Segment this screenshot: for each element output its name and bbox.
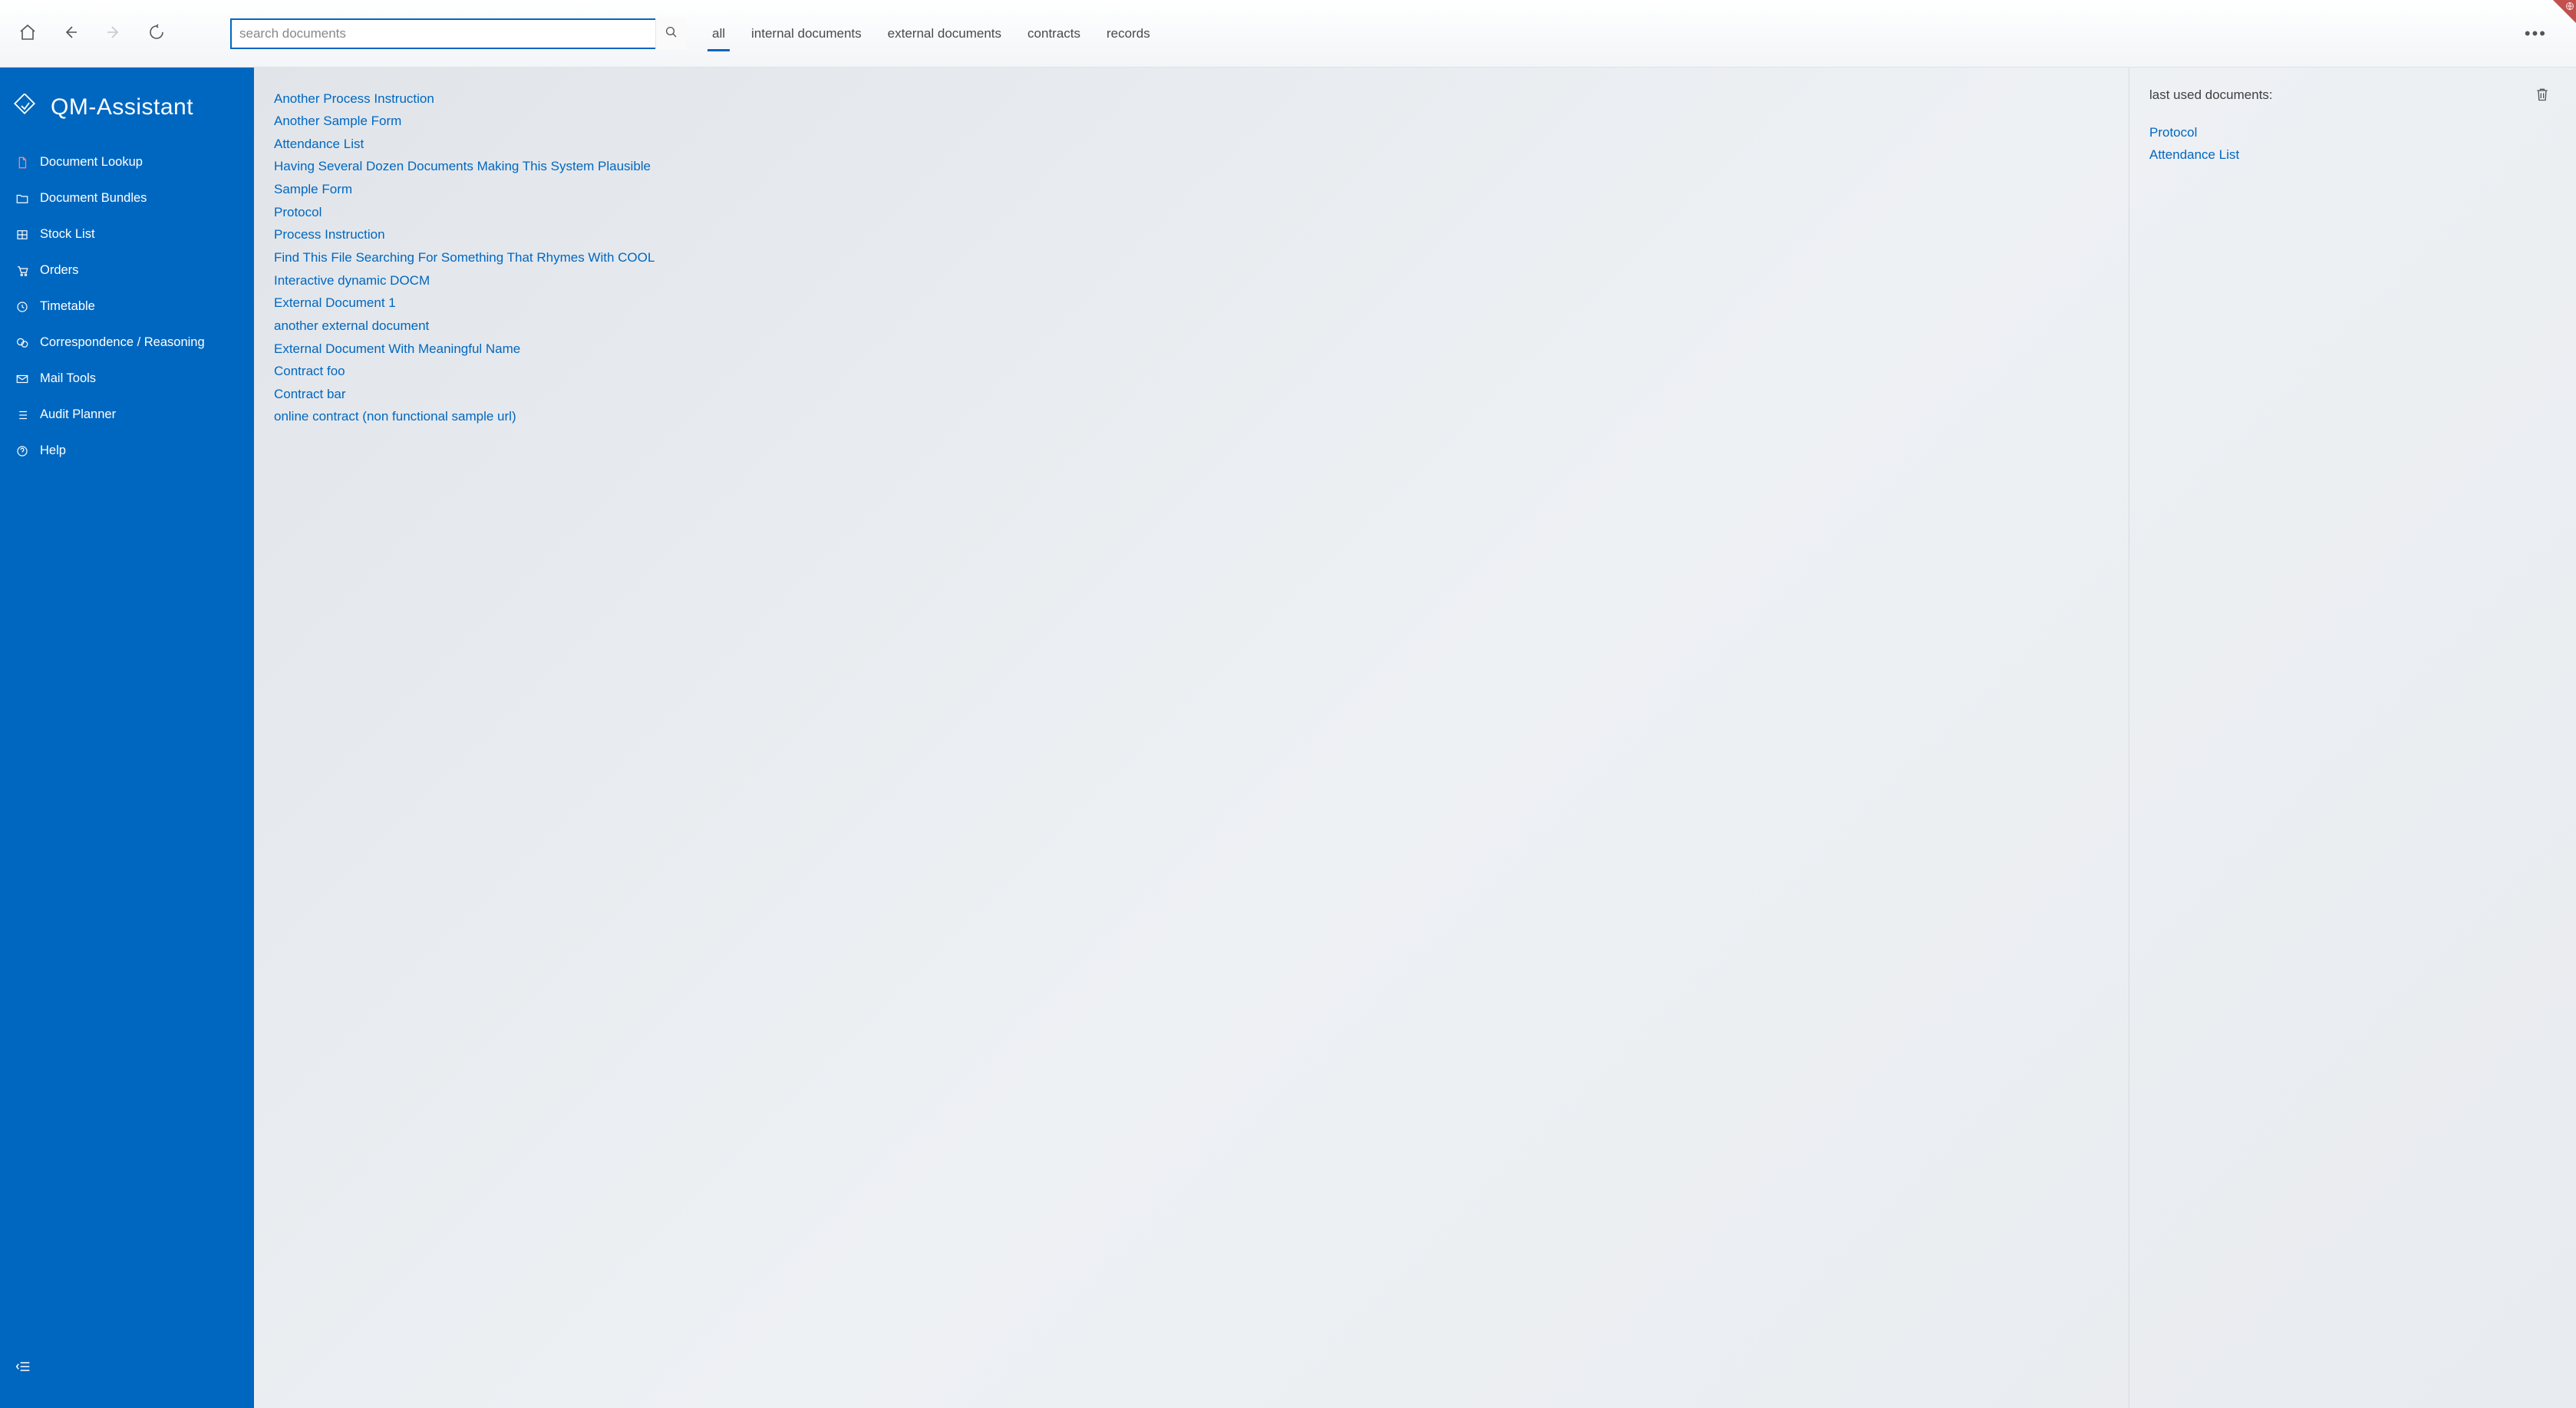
recent-panel: last used documents: ProtocolAttendance …	[2129, 68, 2576, 1408]
sidebar-item-label: Mail Tools	[40, 371, 96, 386]
app-title: QM-Assistant	[51, 94, 193, 120]
back-button[interactable]	[58, 20, 83, 47]
sidebar-item-label: Correspondence / Reasoning	[40, 335, 205, 350]
search-input[interactable]	[232, 20, 655, 48]
sidebar-item-help[interactable]: Help	[0, 433, 254, 469]
recent-document-link[interactable]: Protocol	[2149, 121, 2556, 144]
document-link[interactable]: Interactive dynamic DOCM	[274, 269, 2109, 292]
clear-recent-button[interactable]	[2535, 86, 2550, 105]
sidebar-item-label: Audit Planner	[40, 407, 116, 422]
document-link[interactable]: External Document With Meaningful Name	[274, 338, 2109, 361]
filter-tabs: all internal documents external documents c…	[712, 0, 1150, 67]
recent-document-link[interactable]: Attendance List	[2149, 144, 2556, 167]
tab-all[interactable]: all	[712, 0, 725, 67]
list-icon	[15, 408, 29, 422]
document-link[interactable]: Find This File Searching For Something T…	[274, 246, 2109, 269]
app-logo-icon	[11, 94, 38, 121]
mail-icon	[15, 372, 29, 386]
trash-icon	[2535, 94, 2550, 105]
sidebar-item-lookup[interactable]: Document Lookup	[0, 144, 254, 180]
brand: QM-Assistant	[0, 86, 254, 144]
globe-icon	[2565, 2, 2574, 13]
document-link[interactable]: Sample Form	[274, 179, 2109, 202]
sidebar-item-bundles[interactable]: Document Bundles	[0, 180, 254, 216]
search-icon	[665, 25, 678, 41]
sidebar-item-label: Timetable	[40, 299, 95, 314]
sidebar-item-orders[interactable]: Orders	[0, 252, 254, 289]
document-link[interactable]: Contract bar	[274, 383, 2109, 406]
tab-internal[interactable]: internal documents	[751, 0, 862, 67]
top-toolbar: all internal documents external documents c…	[0, 0, 2576, 68]
document-link[interactable]: online contract (non functional sample u…	[274, 406, 2109, 429]
home-button[interactable]	[15, 20, 40, 47]
search-container	[230, 18, 686, 49]
document-link[interactable]: Contract foo	[274, 361, 2109, 384]
document-link[interactable]: Protocol	[274, 201, 2109, 224]
arrow-left-icon	[61, 23, 80, 44]
clock-icon	[15, 300, 29, 314]
tab-contracts[interactable]: contracts	[1027, 0, 1080, 67]
sidebar-item-timetable[interactable]: Timetable	[0, 289, 254, 325]
document-link[interactable]: External Document 1	[274, 292, 2109, 315]
recent-title: last used documents:	[2149, 87, 2556, 103]
nav-button-group	[15, 20, 169, 47]
sidebar-item-audit[interactable]: Audit Planner	[0, 397, 254, 433]
body: QM-Assistant Document Lookup Document Bun…	[0, 68, 2576, 1408]
content-area: Another Process InstructionAnother Sampl…	[254, 68, 2576, 1408]
chat-icon	[15, 336, 29, 350]
folder-icon	[15, 192, 29, 206]
refresh-icon	[147, 23, 166, 44]
help-icon	[15, 444, 29, 458]
sidebar-item-label: Orders	[40, 263, 78, 278]
document-link[interactable]: Having Several Dozen Documents Making Th…	[274, 156, 2109, 179]
sidebar-item-label: Help	[40, 444, 66, 458]
arrow-right-icon	[104, 23, 123, 44]
sidebar-item-label: Stock List	[40, 227, 95, 242]
refresh-button[interactable]	[144, 20, 169, 47]
more-icon: •••	[2525, 24, 2547, 43]
document-link[interactable]: Attendance List	[274, 133, 2109, 156]
document-link[interactable]: Another Process Instruction	[274, 87, 2109, 110]
document-link[interactable]: another external document	[274, 315, 2109, 338]
sidebar-item-label: Document Lookup	[40, 155, 143, 170]
grid-icon	[15, 228, 29, 242]
sidebar-item-mail[interactable]: Mail Tools	[0, 361, 254, 397]
home-icon	[18, 23, 37, 44]
sidebar-item-label: Document Bundles	[40, 191, 147, 206]
document-link[interactable]: Process Instruction	[274, 224, 2109, 247]
tab-records[interactable]: records	[1107, 0, 1150, 67]
sidebar-item-stock[interactable]: Stock List	[0, 216, 254, 252]
forward-button[interactable]	[101, 20, 126, 47]
collapse-sidebar-button[interactable]	[0, 1347, 254, 1408]
tab-external[interactable]: external documents	[888, 0, 1001, 67]
cart-icon	[15, 264, 29, 278]
collapse-icon	[15, 1363, 31, 1377]
more-button[interactable]: •••	[2517, 21, 2555, 47]
sidebar: QM-Assistant Document Lookup Document Bun…	[0, 68, 254, 1408]
search-button[interactable]	[655, 18, 686, 49]
file-icon	[15, 156, 29, 170]
sidebar-item-corr[interactable]: Correspondence / Reasoning	[0, 325, 254, 361]
document-link[interactable]: Another Sample Form	[274, 110, 2109, 134]
document-list-panel: Another Process InstructionAnother Sampl…	[254, 68, 2129, 1408]
